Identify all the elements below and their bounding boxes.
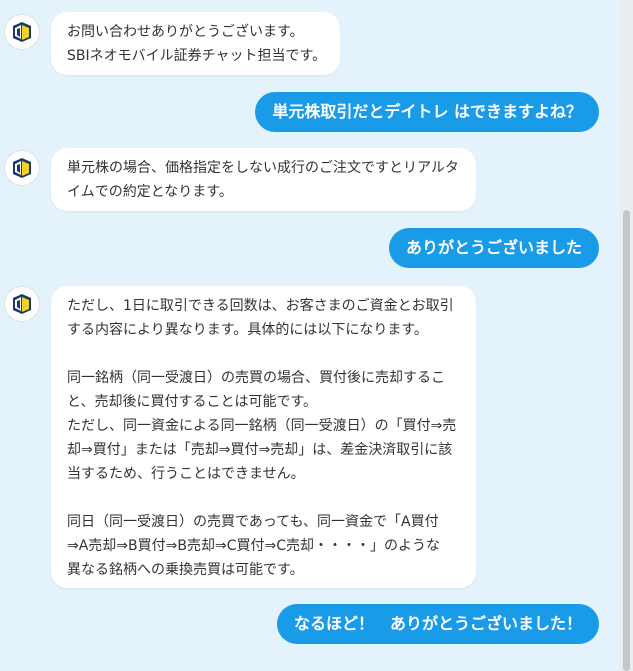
- message-line: イムでの約定となります。: [67, 184, 233, 200]
- chat-log: お問い合わせありがとうございます。 SBIネオモバイル証券チャット担当です。 単…: [0, 0, 620, 671]
- message-line: 異なる銘柄への乗換売買は可能です。: [67, 562, 304, 578]
- message-line: 同日（同一受渡日）の売買であっても、同一資金で「A買付: [67, 514, 439, 530]
- scrollbar-thumb[interactable]: [623, 210, 630, 671]
- bot-message: ただし、1日に取引できる回数は、お客さまのご資金とお取引 する内容により異なりま…: [51, 286, 476, 588]
- logo-icon: [13, 22, 31, 42]
- message-line: 同一銘柄（同一受渡日）の売買の場合、買付後に売却するこ: [67, 370, 445, 386]
- message-line: 単元株の場合、価格指定をしない成行のご注文ですとリアルタ: [67, 160, 459, 176]
- user-message: 単元株取引だとデイトレ はできますよね？: [255, 92, 599, 132]
- message-line: 却⇒買付」または「売却⇒買付⇒売却」は、差金決済取引に該: [67, 442, 453, 458]
- chat-scrollbar[interactable]: [620, 0, 633, 671]
- bot-avatar: [5, 151, 39, 185]
- message-line: ただし、同一資金による同一銘柄（同一受渡日）の「買付⇒売: [67, 418, 457, 434]
- logo-icon: [13, 294, 31, 314]
- bot-message: お問い合わせありがとうございます。 SBIネオモバイル証券チャット担当です。: [51, 12, 340, 75]
- message-line: 当するため、行うことはできません。: [67, 466, 305, 482]
- message-line: ⇒A売却⇒B買付⇒B売却⇒C買付⇒C売却・・・・」のような: [67, 538, 440, 554]
- bot-avatar: [5, 287, 39, 321]
- message-line: と、売却後に買付することは可能です。: [67, 394, 318, 410]
- bot-avatar: [5, 15, 39, 49]
- user-message: なるほど！ ありがとうございました！: [276, 604, 599, 644]
- user-message: ありがとうございました: [388, 228, 599, 268]
- message-line: SBIネオモバイル証券チャット担当です。: [67, 48, 327, 64]
- message-line: ただし、1日に取引できる回数は、お客さまのご資金とお取引: [67, 298, 454, 314]
- bot-message: 単元株の場合、価格指定をしない成行のご注文ですとリアルタ イムでの約定となります…: [51, 148, 476, 211]
- message-line: お問い合わせありがとうございます。: [67, 24, 304, 40]
- message-line: する内容により異なります。具体的には以下になります。: [67, 322, 428, 338]
- logo-icon: [13, 158, 31, 178]
